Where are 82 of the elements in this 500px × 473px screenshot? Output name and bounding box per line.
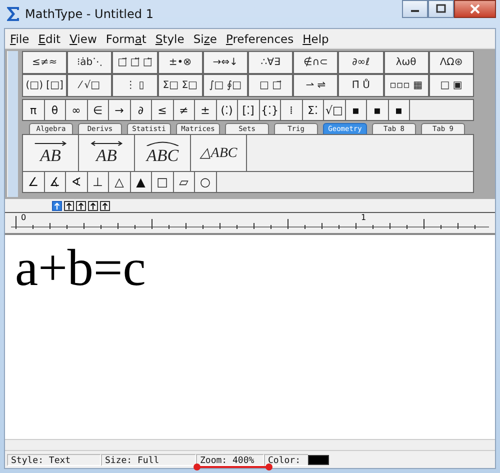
symbol-button[interactable]: Σ⁚ [302,100,324,120]
maximize-icon [436,4,446,14]
sigma-icon [5,6,21,22]
menu-item[interactable]: View [70,32,97,46]
menu-item[interactable]: Size [193,32,217,46]
palette-button[interactable]: ∫□ ∮□ [202,74,248,97]
palette-button[interactable]: ⋮ ▯ [112,74,158,97]
symbol-button[interactable]: θ [44,100,66,120]
palette-button[interactable]: ∉∩⊂ [293,51,338,74]
template-button[interactable]: △ABC [191,135,247,171]
symbol-button[interactable]: ▪ [388,100,410,120]
menu-item[interactable]: Format [106,32,146,46]
palette-button[interactable]: □ □⃗ [248,74,294,97]
arrow-icon [34,140,68,146]
symbol-button[interactable]: ▱ [174,172,195,192]
close-button[interactable] [454,0,496,18]
maximize-button[interactable] [428,0,454,18]
equation-text: a+b=c [15,240,146,297]
symbol-button[interactable]: √□ [324,100,346,120]
symbol-button[interactable]: ○ [195,172,216,192]
symbol-button[interactable]: ∡ [44,172,66,192]
double-arrow-icon [90,140,124,146]
ruler-label: 0 [21,213,26,222]
palette-button[interactable]: ▫▫▫ ▦ [384,74,429,97]
minimize-button[interactable] [402,0,428,18]
ruler-label: 1 [361,213,366,222]
palette-button[interactable]: (□) [□] [22,74,68,97]
symbol-button[interactable]: ▪ [346,100,367,120]
symbol-button[interactable]: ∠ [23,172,44,192]
tab-stop-button[interactable] [76,201,86,211]
tab-stop-button[interactable] [100,201,110,211]
menu-item[interactable]: File [10,32,30,46]
palette-button[interactable]: →⇔↓ [202,51,248,74]
symbol-button[interactable]: π [23,100,44,120]
menu-item[interactable]: Style [155,32,184,46]
palette-button[interactable]: ⁝ȧb⋱ [67,51,112,74]
arc-icon [146,140,180,146]
template-button[interactable]: AB [79,135,135,171]
palette-button[interactable]: ±•⊗ [158,51,203,74]
template-button[interactable]: AB [23,135,79,171]
tab-stop-button[interactable] [52,201,62,211]
symbol-button[interactable]: (⁚) [216,100,238,120]
palette-button[interactable]: ∴∀∃ [248,51,294,74]
symbol-button[interactable]: → [109,100,130,120]
menu-item[interactable]: Help [302,32,329,46]
palette-button[interactable]: ⇀ ⇌ [293,74,338,97]
symbol-button[interactable]: ⁞ [281,100,302,120]
palette-button[interactable]: ⁄ √□ [67,74,112,97]
toolbar-grip[interactable] [7,51,18,197]
palette-button[interactable]: Σ□ Σ□ [158,74,203,97]
window-title: MathType - Untitled 1 [25,7,154,21]
tab-stop-button[interactable] [64,201,74,211]
tab-stop-button[interactable] [88,201,98,211]
symbol-button[interactable]: △ [109,172,130,192]
palette-button[interactable]: λωθ [384,51,429,74]
symbol-button[interactable]: ≠ [174,100,195,120]
palette-button[interactable]: ∂∞ℓ [338,51,384,74]
palette-button[interactable]: ΛΩ⊛ [428,51,474,74]
status-text: Style: Text [7,454,101,466]
palette-button[interactable]: □ ▣ [428,74,474,97]
symbol-button[interactable]: ∢ [66,172,88,192]
symbol-button[interactable]: ± [195,100,216,120]
symbol-button[interactable]: ⊥ [88,172,109,192]
close-icon [470,4,480,14]
symbol-button[interactable]: □ [152,172,174,192]
document-area[interactable]: a+b=c [5,235,495,440]
palette-button[interactable]: □⃗ □⃡ □⃖ [112,51,158,74]
menu-item[interactable]: Preferences [226,32,294,46]
status-text: Size: Full [101,454,196,466]
symbol-button[interactable]: ▪ [367,100,388,120]
symbol-button[interactable]: ▲ [130,172,152,192]
palette-button[interactable]: Π̄ Ů [338,74,384,97]
symbol-button[interactable]: ∂ [130,100,152,120]
symbol-button[interactable]: ∈ [88,100,109,120]
status-text: Zoom: 400% [196,454,264,466]
template-button[interactable]: ABC [135,135,191,171]
symbol-button[interactable]: {⁚} [260,100,281,120]
palette-button[interactable]: ≤≠≈ [22,51,68,74]
menu-item[interactable]: Edit [38,32,61,46]
symbol-button[interactable]: ∞ [66,100,88,120]
symbol-button[interactable]: ≤ [152,100,174,120]
symbol-button[interactable]: [⁚] [238,100,260,120]
